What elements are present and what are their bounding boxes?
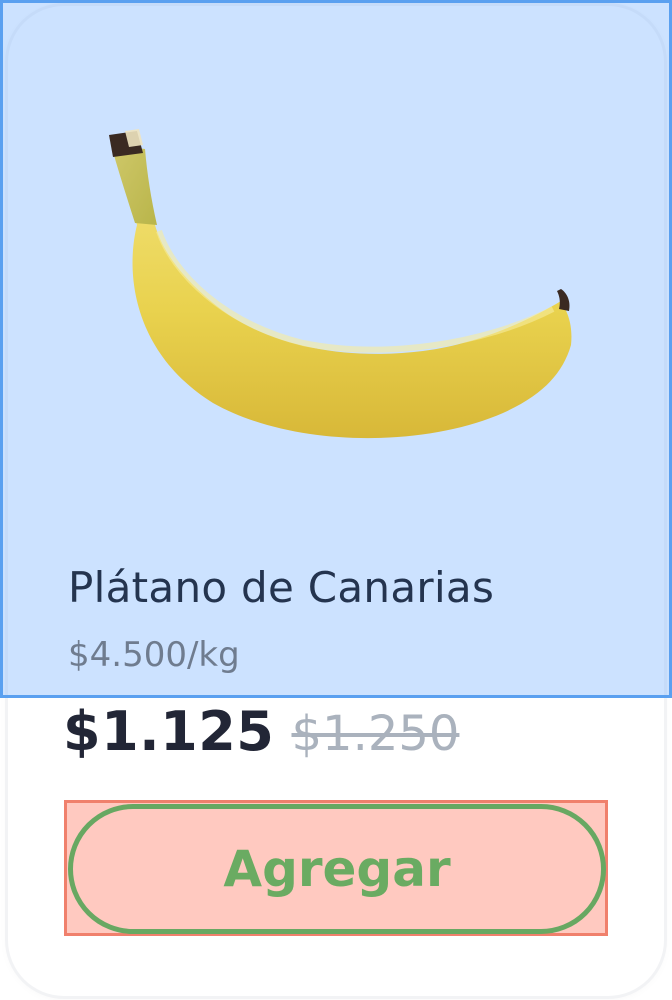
banana-image [109,129,572,439]
price-row: $1.125 $1.250 [63,700,459,763]
original-price: $1.250 [291,706,460,762]
current-price: $1.125 [63,700,275,763]
unit-price: $4.500/kg [68,635,240,675]
product-info-region[interactable]: Plátano de Canarias $4.500/kg [0,0,672,698]
product-name: Plátano de Canarias [68,563,495,612]
add-to-cart-button[interactable]: Agregar [68,804,606,934]
